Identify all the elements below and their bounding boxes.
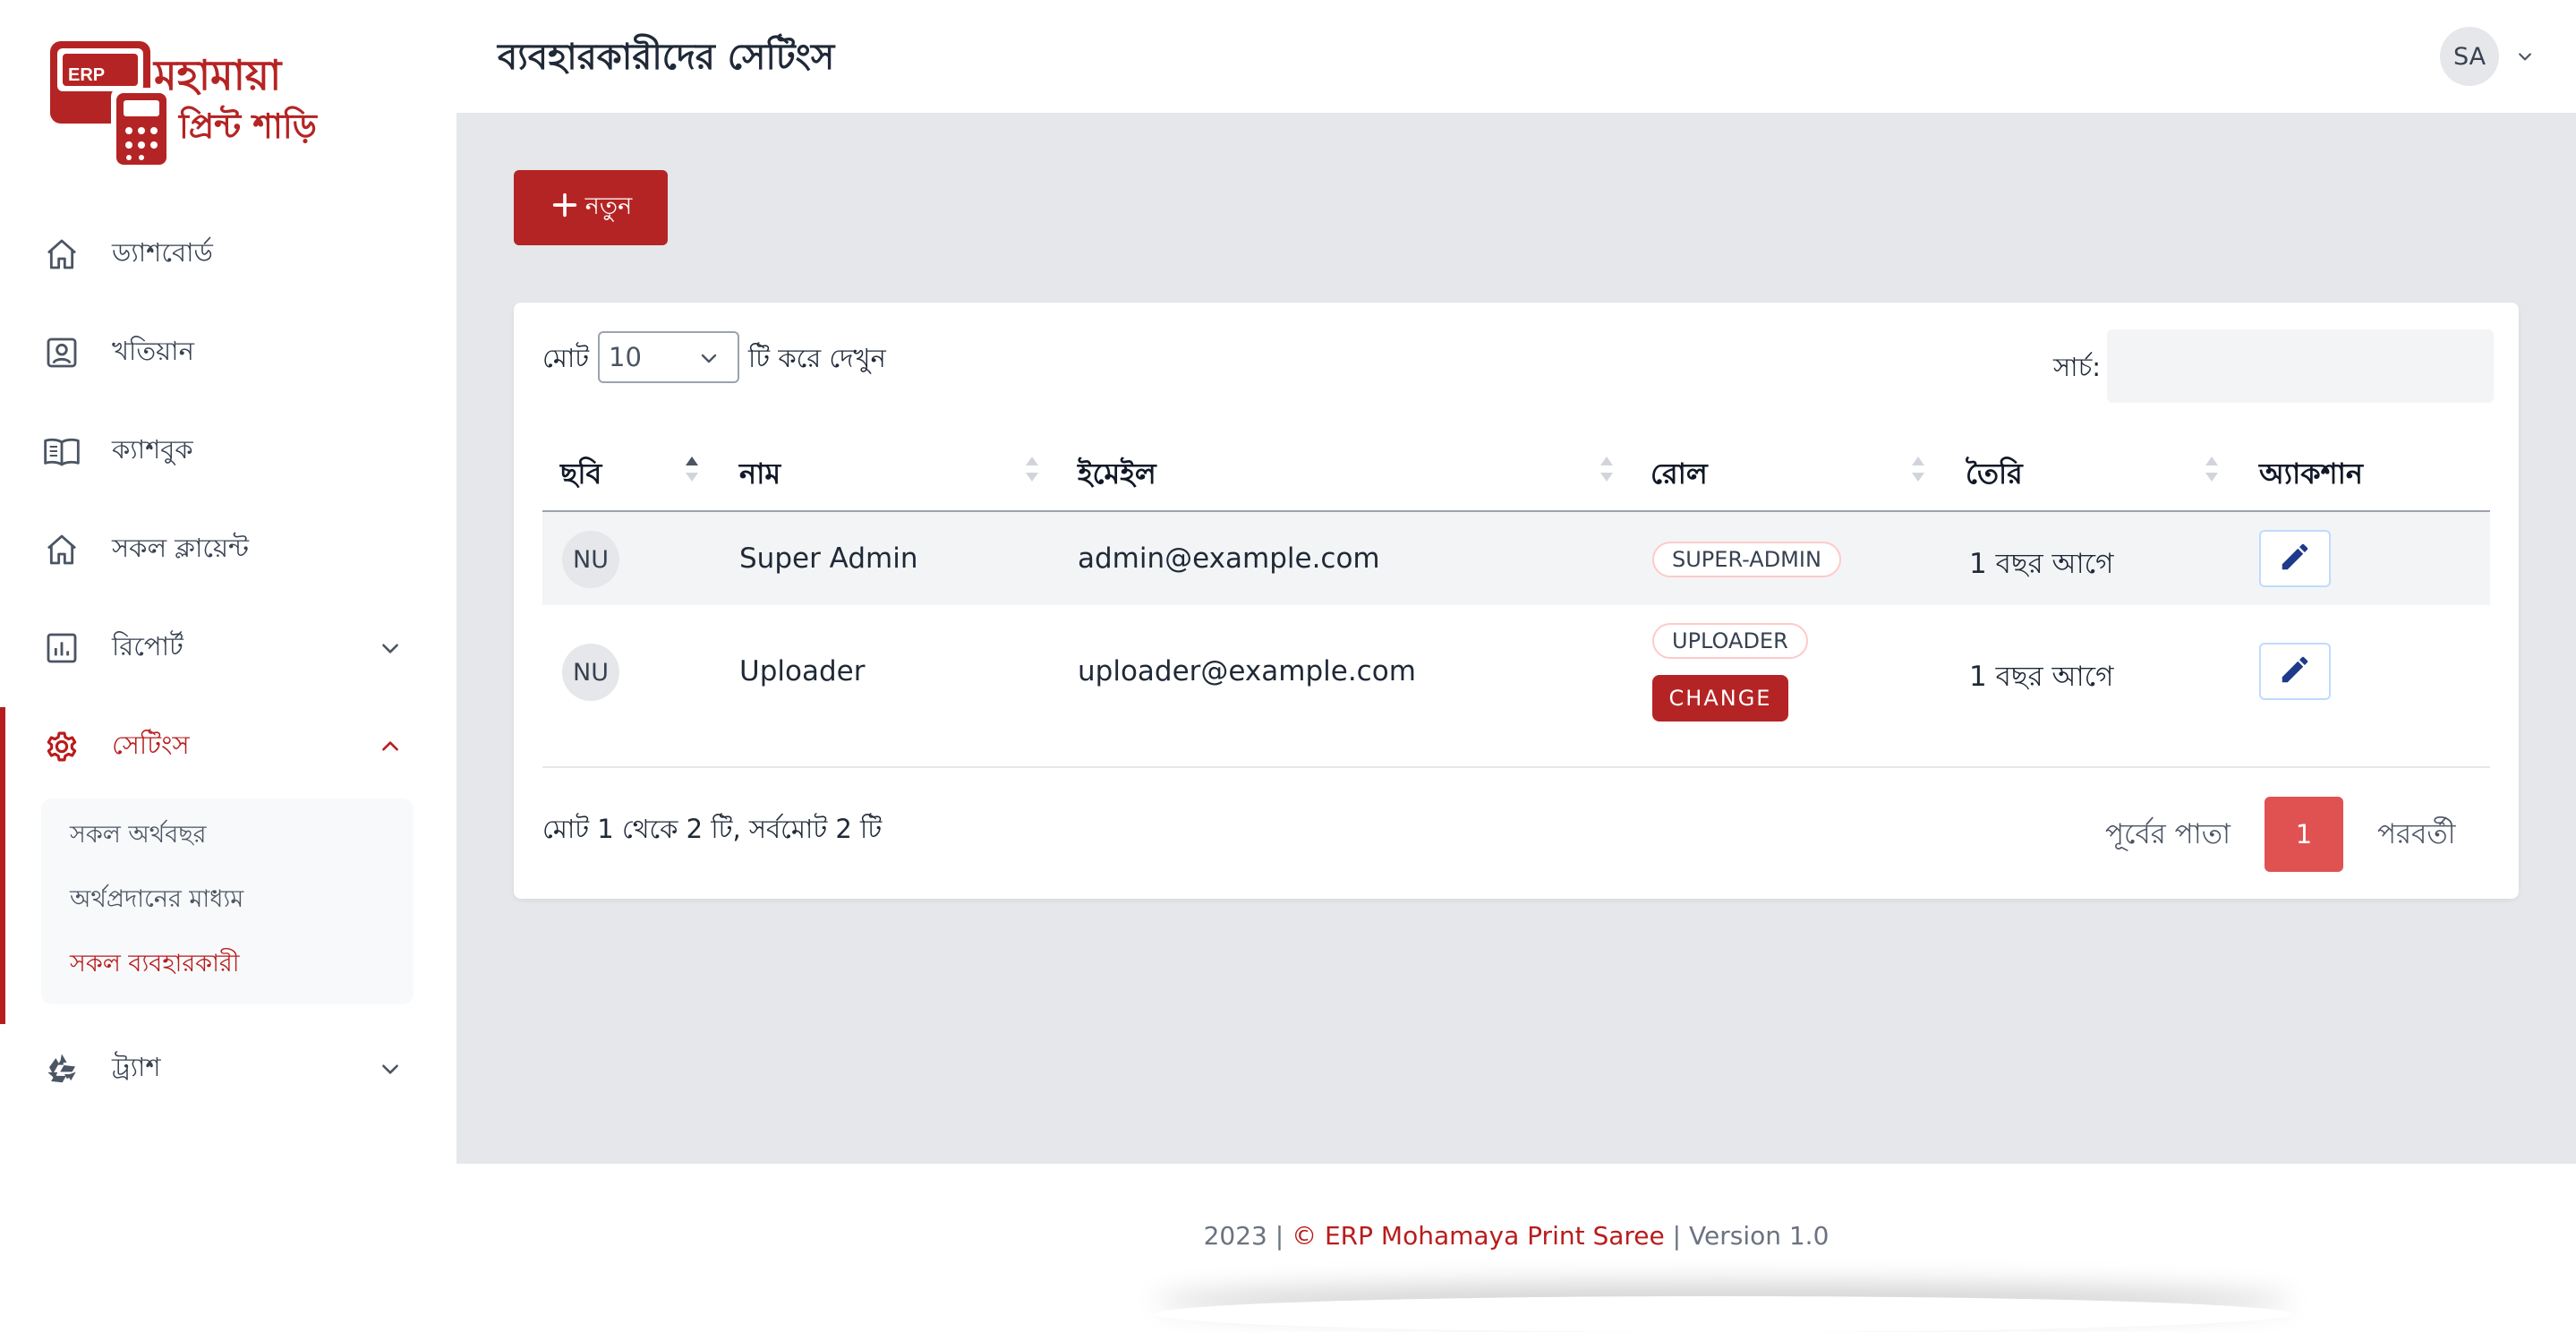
- sidebar-item-settings[interactable]: সেটিংস: [0, 711, 456, 782]
- sort-ascending-icon: [686, 457, 698, 482]
- user-email: uploader@example.com: [1078, 655, 1416, 687]
- users-table-card: মোট 10 টি করে দেখুন সার্চ: ছবি নাম ইমেইল…: [514, 303, 2519, 899]
- gear-icon: [41, 726, 82, 767]
- column-header-email[interactable]: ইমেইল: [1078, 451, 1156, 500]
- chevron-down-icon: [374, 632, 406, 664]
- user-avatar[interactable]: SA: [2440, 27, 2499, 86]
- footer: 2023 | © ERP Mohamaya Print Saree | Vers…: [456, 1164, 2576, 1314]
- submenu-item-all-users[interactable]: সকল ব্যবহারকারী: [70, 945, 239, 986]
- sidebar: ERP মহামায়া প্রিন্ট শাড়ি ড্যাশবোর্ড খত…: [0, 0, 456, 1164]
- pagination-page-current[interactable]: 1: [2265, 797, 2343, 872]
- page-length-value: 10: [609, 342, 642, 372]
- footer-brand-link[interactable]: © ERP Mohamaya Print Saree: [1292, 1221, 1665, 1251]
- sort-icon: [1026, 457, 1038, 482]
- search-input[interactable]: [2107, 329, 2494, 403]
- sidebar-item-label: ক্যাশবুক: [112, 433, 193, 465]
- sidebar-item-dashboard[interactable]: ড্যাশবোর্ড: [0, 218, 456, 290]
- logo-subtitle-text: প্রিন্ট শাড়ি: [177, 105, 319, 146]
- change-role-button[interactable]: CHANGE: [1652, 675, 1788, 722]
- pencil-icon: [2278, 540, 2312, 577]
- table-info: মোট 1 থেকে 2 টি, সর্বমোট 2 টি: [542, 814, 883, 844]
- created-time: 1 বছর আগে: [1969, 548, 2114, 580]
- sidebar-item-report[interactable]: রিপোর্ট: [0, 612, 456, 684]
- sidebar-item-trash[interactable]: ট্র্যাশ: [0, 1033, 456, 1105]
- sidebar-item-cashbook[interactable]: ক্যাশবুক: [0, 415, 456, 487]
- chart-icon: [41, 628, 82, 669]
- add-user-button[interactable]: নতুন: [514, 170, 668, 245]
- sidebar-item-label: সকল ক্লায়েন্ট: [112, 532, 249, 563]
- home-icon: [41, 234, 82, 275]
- book-icon: [41, 431, 82, 472]
- footer-year: 2023 |: [1203, 1221, 1284, 1251]
- column-header-action: অ্যাকশান: [2259, 457, 2363, 491]
- user-email: admin@example.com: [1078, 542, 1380, 575]
- page-length-suffix: টি করে দেখুন: [748, 343, 886, 373]
- submenu-item-payment-methods[interactable]: অর্থপ্রদানের মাধ্যম: [70, 881, 243, 921]
- sidebar-item-label: রিপোর্ট: [112, 630, 183, 662]
- sort-icon: [2205, 457, 2218, 482]
- column-header-created[interactable]: তৈরি: [1966, 451, 2023, 500]
- role-badge: UPLOADER: [1652, 623, 1808, 659]
- top-header: ব্যবহারকারীদের সেটিংস SA: [456, 0, 2576, 113]
- logo-badge-text: ERP: [68, 65, 105, 85]
- recycle-icon: [41, 1048, 82, 1089]
- column-header-role[interactable]: রোল: [1651, 451, 1708, 500]
- sidebar-item-label: ট্র্যাশ: [112, 1051, 161, 1082]
- footer-text: 2023 | © ERP Mohamaya Print Saree | Vers…: [456, 1221, 2576, 1251]
- avatar: NU: [562, 531, 619, 588]
- logo-title-text: মহামায়া: [152, 51, 283, 99]
- pencil-icon: [2278, 653, 2312, 690]
- home-icon: [41, 529, 82, 570]
- table-bottom-divider: [542, 766, 2490, 768]
- sidebar-item-clients[interactable]: সকল ক্লায়েন্ট: [0, 514, 456, 585]
- sidebar-item-label: খতিয়ান: [112, 335, 194, 366]
- submenu-item-fiscal-years[interactable]: সকল অর্থবছর: [70, 816, 207, 857]
- page-length-select[interactable]: 10: [598, 331, 739, 383]
- chevron-up-icon: [374, 730, 406, 763]
- sidebar-item-label: ড্যাশবোর্ড: [112, 236, 213, 268]
- footer-version: | Version 1.0: [1672, 1221, 1830, 1251]
- sidebar-item-ledger[interactable]: খতিয়ান: [0, 317, 456, 388]
- edit-button[interactable]: [2259, 643, 2331, 700]
- main-content: নতুন মোট 10 টি করে দেখুন সার্চ: ছবি নাম …: [456, 113, 2576, 1164]
- role-badge: SUPER-ADMIN: [1652, 542, 1841, 577]
- column-header-photo[interactable]: ছবি: [560, 451, 601, 500]
- user-square-icon: [41, 332, 82, 373]
- settings-submenu: সকল অর্থবছর অর্থপ্রদানের মাধ্যম সকল ব্যব…: [41, 798, 414, 1004]
- page-length-prefix: মোট: [542, 343, 590, 373]
- user-name: Uploader: [739, 655, 866, 687]
- chevron-down-icon: [374, 1053, 406, 1085]
- add-user-label: নতুন: [584, 192, 633, 220]
- plus-icon: [550, 190, 580, 226]
- chevron-down-icon[interactable]: [2512, 43, 2538, 70]
- footer-shadow: [1155, 1296, 2291, 1332]
- sidebar-item-label: সেটিংস: [112, 729, 190, 760]
- user-name: Super Admin: [739, 542, 918, 575]
- created-time: 1 বছর আগে: [1969, 661, 2114, 693]
- company-logo[interactable]: ERP মহামায়া প্রিন্ট শাড়ি: [48, 38, 335, 172]
- column-header-name[interactable]: নাম: [739, 451, 780, 500]
- page-title: ব্যবহারকারীদের সেটিংস: [498, 37, 835, 78]
- pagination-previous[interactable]: পূর্বের পাতা: [2105, 813, 2231, 859]
- chevron-down-icon: [696, 346, 721, 371]
- sort-icon: [1912, 457, 1924, 482]
- pagination-next[interactable]: পরবর্তী: [2377, 813, 2455, 859]
- search-label: সার্চ:: [2053, 352, 2101, 382]
- sort-icon: [1600, 457, 1613, 482]
- avatar: NU: [562, 644, 619, 701]
- edit-button[interactable]: [2259, 530, 2331, 587]
